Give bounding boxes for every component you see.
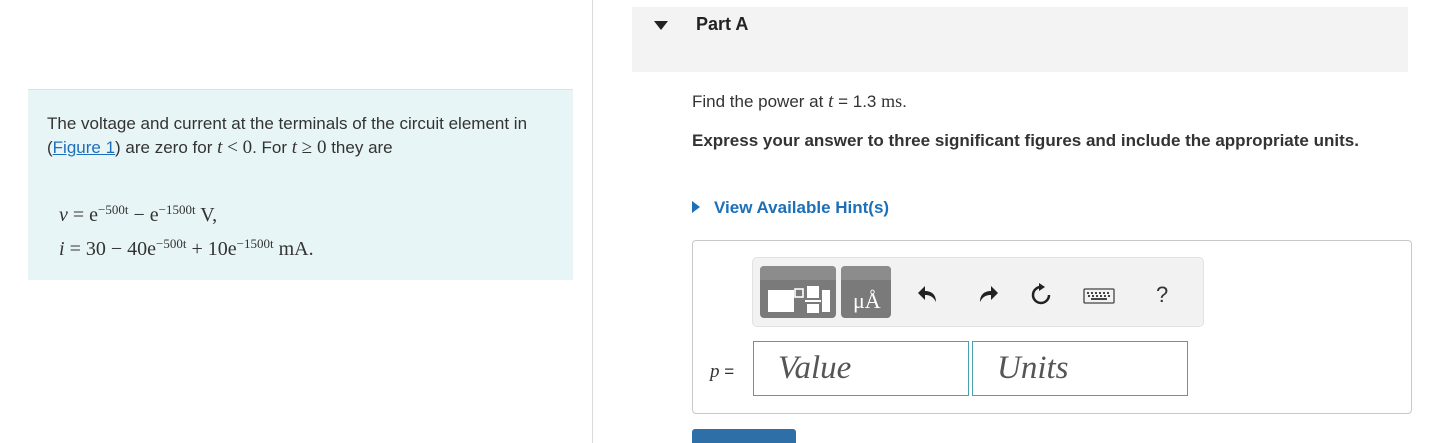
eq-unit: mA. bbox=[273, 238, 314, 260]
question-part: Find the power at bbox=[692, 92, 829, 111]
keyboard-icon[interactable] bbox=[1083, 288, 1115, 304]
problem-text: The voltage and current at the terminals… bbox=[47, 112, 537, 160]
figure-link[interactable]: Figure 1 bbox=[53, 138, 115, 157]
button-topbar bbox=[841, 266, 891, 280]
reset-icon[interactable] bbox=[1029, 283, 1053, 307]
part-title: Part A bbox=[696, 14, 749, 34]
units-input[interactable] bbox=[973, 342, 1187, 395]
value-input[interactable] bbox=[754, 342, 968, 395]
problem-statement: The voltage and current at the terminals… bbox=[28, 89, 573, 280]
current-equation: i = 30 − 40e−500t + 10e−1500t mA. bbox=[59, 236, 314, 261]
units-button[interactable]: μÅ bbox=[841, 266, 891, 318]
eq-exponent: −1500t bbox=[236, 236, 274, 251]
redo-icon[interactable] bbox=[976, 282, 1000, 306]
undo-icon[interactable] bbox=[916, 282, 940, 306]
problem-text-part: ) are zero for bbox=[115, 138, 218, 157]
question-part: = 1.3 bbox=[833, 92, 882, 111]
question-unit: ms bbox=[881, 91, 903, 111]
templates-icon bbox=[768, 286, 830, 313]
eq-exponent: −500t bbox=[156, 236, 187, 251]
eq-part: = e bbox=[67, 204, 99, 226]
math-rel: < 0 bbox=[222, 137, 253, 158]
eq-part: − e bbox=[128, 204, 159, 226]
eq-lhs: v bbox=[59, 204, 68, 226]
view-hints-link[interactable]: View Available Hint(s) bbox=[692, 198, 889, 218]
units-field[interactable] bbox=[972, 341, 1188, 396]
math-toolbar: μÅ ? bbox=[752, 257, 1204, 327]
question-text: Find the power at t = 1.3 ms. bbox=[692, 91, 907, 113]
value-field[interactable] bbox=[753, 341, 969, 396]
math-var: p bbox=[710, 361, 720, 382]
eq-sign: = bbox=[719, 362, 735, 381]
templates-button[interactable] bbox=[760, 266, 836, 318]
question-part: . bbox=[902, 92, 907, 111]
part-a-header[interactable]: Part A bbox=[632, 7, 1408, 72]
eq-unit: V, bbox=[195, 204, 218, 226]
voltage-equation: v = e−500t − e−1500t V, bbox=[59, 202, 218, 227]
eq-exponent: −500t bbox=[98, 202, 129, 217]
eq-part: = 30 − 40e bbox=[64, 238, 156, 260]
problem-text-part: they are bbox=[326, 138, 393, 157]
help-button[interactable]: ? bbox=[1156, 282, 1168, 308]
units-icon: μÅ bbox=[853, 288, 881, 313]
expand-caret-icon bbox=[692, 201, 700, 213]
collapse-caret-icon[interactable] bbox=[654, 21, 668, 30]
math-rel: ≥ 0 bbox=[297, 137, 327, 158]
eq-exponent: −1500t bbox=[158, 202, 196, 217]
submit-button[interactable] bbox=[692, 429, 796, 443]
instruction-text: Express your answer to three significant… bbox=[692, 131, 1359, 150]
column-divider bbox=[592, 0, 593, 443]
answer-variable-label: p = bbox=[710, 361, 734, 383]
answer-box: μÅ ? p = bbox=[692, 240, 1412, 414]
eq-part: + 10e bbox=[186, 238, 237, 260]
problem-text-part: . For bbox=[252, 138, 292, 157]
hints-label: View Available Hint(s) bbox=[714, 198, 890, 217]
